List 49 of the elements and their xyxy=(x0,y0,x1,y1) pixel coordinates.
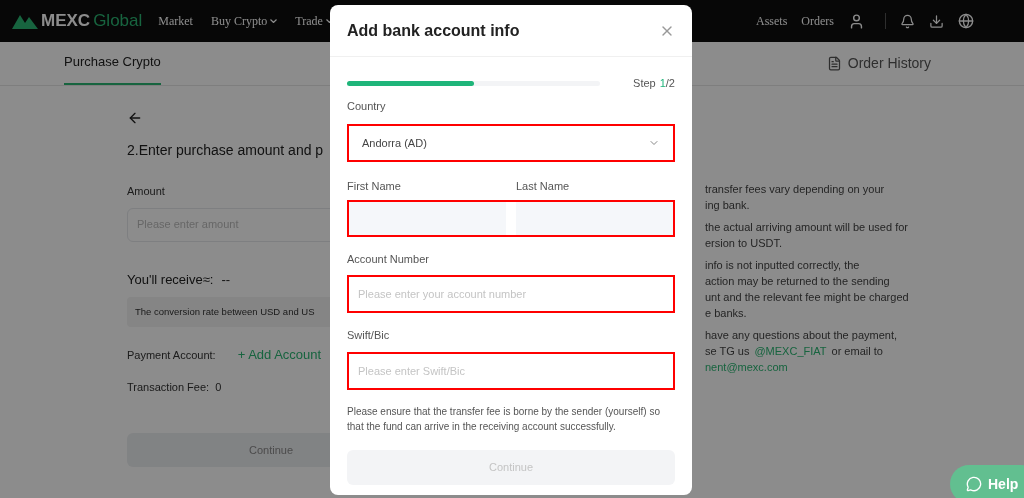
nav-menu-item[interactable]: Buy Crypto xyxy=(210,12,278,30)
text-field[interactable]: Please enter your account number xyxy=(347,275,675,313)
fee-label: Transaction Fee: xyxy=(127,379,210,395)
chat-bubble-icon xyxy=(966,476,982,492)
chevron-down-icon xyxy=(270,19,278,23)
step-counter: 1/2 xyxy=(659,76,675,91)
nav-link[interactable]: Orders xyxy=(801,12,834,30)
last-name-field[interactable] xyxy=(516,201,673,235)
order-history-link[interactable]: Order History xyxy=(826,53,931,74)
brand-suffix: Global xyxy=(93,10,143,33)
note-text: info is not inputted correctly, the xyxy=(705,258,860,273)
country-select[interactable]: Andorra (AD) xyxy=(347,124,675,162)
bell-icon[interactable] xyxy=(900,13,915,29)
document-icon xyxy=(826,56,842,71)
brand-name: MEXC xyxy=(41,10,91,33)
field-label: Country xyxy=(347,98,387,114)
amount-label: Amount xyxy=(127,184,165,199)
note-text: se TG us xyxy=(705,344,750,359)
first-name-field[interactable] xyxy=(349,201,506,235)
download-icon[interactable] xyxy=(929,13,944,29)
page-tab[interactable]: Purchase Crypto xyxy=(64,41,161,85)
note-text: or email to xyxy=(831,344,883,359)
note-text: the actual arriving amount will be used for xyxy=(705,220,908,235)
globe-icon[interactable] xyxy=(958,13,974,29)
note-text: ing bank. xyxy=(705,198,750,213)
note-text: have any questions about the payment, xyxy=(705,328,898,343)
field-label: Account Number xyxy=(347,251,430,267)
field-label: First Name xyxy=(347,179,402,194)
step-label: Step xyxy=(633,76,656,91)
brand-logo[interactable]: MEXC Global xyxy=(12,8,143,34)
payment-account-label: Payment Account: xyxy=(127,347,216,363)
note-text: ersion to USDT. xyxy=(705,236,783,251)
note-text: action may be returned to the sending xyxy=(705,274,890,289)
nav-menu-item[interactable]: Market xyxy=(158,12,193,30)
transfer-fee-notice: Please ensure that the transfer fee is borne by the sender (yourself) so that the fund can arrive in the receiving account successfully. xyxy=(347,404,661,434)
fee-value: 0 xyxy=(215,379,222,395)
field-label: Swift/Bic xyxy=(347,328,391,343)
field-label: Last Name xyxy=(516,179,570,194)
receive-value: -- xyxy=(221,270,231,289)
note-text: e banks. xyxy=(705,306,747,321)
section-heading: 2.Enter purchase amount and p xyxy=(127,141,324,160)
receive-label: You'll receive≈: xyxy=(127,270,214,289)
mountain-logo-icon xyxy=(12,13,38,29)
text-field[interactable]: Please enter Swift/Bic xyxy=(347,351,675,390)
dialog-title: Add bank account info xyxy=(347,20,520,41)
user-icon[interactable] xyxy=(848,12,865,30)
note-text: unt and the relevant fee might be charged xyxy=(705,290,909,305)
note-text: transfer fees vary depending on your xyxy=(705,182,885,197)
nav-link[interactable]: Assets xyxy=(756,12,788,30)
